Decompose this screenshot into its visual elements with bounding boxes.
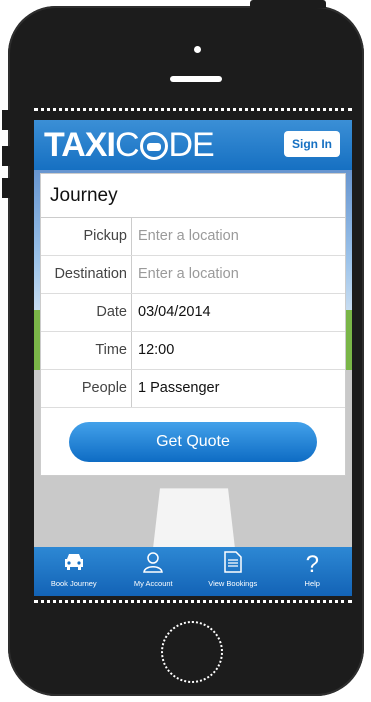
taxi-logo-icon — [139, 131, 168, 160]
journey-form: Journey Pickup Enter a location Destinat… — [40, 173, 346, 476]
people-row[interactable]: People 1 Passenger — [41, 370, 345, 408]
date-label: Date — [41, 294, 132, 331]
document-icon — [193, 551, 273, 579]
date-row[interactable]: Date 03/04/2014 — [41, 294, 345, 332]
time-row[interactable]: Time 12:00 — [41, 332, 345, 370]
sign-in-button[interactable]: Sign In — [284, 131, 340, 157]
destination-row[interactable]: Destination Enter a location — [41, 256, 345, 294]
people-label: People — [41, 370, 132, 407]
tab-book-journey[interactable]: Book Journey — [34, 547, 114, 596]
mute-switch — [2, 110, 10, 130]
person-icon — [114, 551, 194, 579]
tab-help[interactable]: ? Help — [273, 547, 353, 596]
question-icon: ? — [305, 551, 319, 578]
tab-my-account-label: My Account — [133, 579, 173, 588]
pickup-row[interactable]: Pickup Enter a location — [41, 218, 345, 256]
time-field[interactable]: 12:00 — [132, 332, 345, 369]
car-icon — [34, 551, 114, 579]
tab-help-label: Help — [304, 579, 320, 588]
power-button — [250, 0, 326, 8]
tab-my-account[interactable]: My Account — [114, 547, 194, 596]
volume-up-button — [2, 146, 10, 166]
app-screen: TAXI C DE Sign In Journey Pickup Enter a l… — [34, 120, 352, 596]
destination-input[interactable]: Enter a location — [132, 256, 345, 293]
people-field[interactable]: 1 Passenger — [132, 370, 345, 407]
taxicode-logo: TAXI C DE — [44, 126, 215, 164]
pickup-input[interactable]: Enter a location — [132, 218, 345, 255]
tab-view-bookings-label: View Bookings — [208, 579, 258, 588]
speaker-icon — [170, 76, 222, 82]
home-button[interactable] — [161, 621, 223, 683]
tab-book-journey-label: Book Journey — [50, 579, 97, 588]
get-quote-button[interactable]: Get Quote — [69, 422, 317, 462]
dotted-divider — [34, 108, 352, 111]
destination-label: Destination — [41, 256, 132, 293]
pickup-label: Pickup — [41, 218, 132, 255]
time-label: Time — [41, 332, 132, 369]
date-field[interactable]: 03/04/2014 — [132, 294, 345, 331]
form-title: Journey — [41, 174, 345, 218]
tab-bar: Book Journey My Account View Bookings ? … — [34, 547, 352, 596]
tab-view-bookings[interactable]: View Bookings — [193, 547, 273, 596]
app-header: TAXI C DE Sign In — [34, 120, 352, 170]
dotted-divider — [34, 600, 352, 603]
volume-down-button — [2, 178, 10, 198]
camera-icon — [194, 46, 201, 53]
